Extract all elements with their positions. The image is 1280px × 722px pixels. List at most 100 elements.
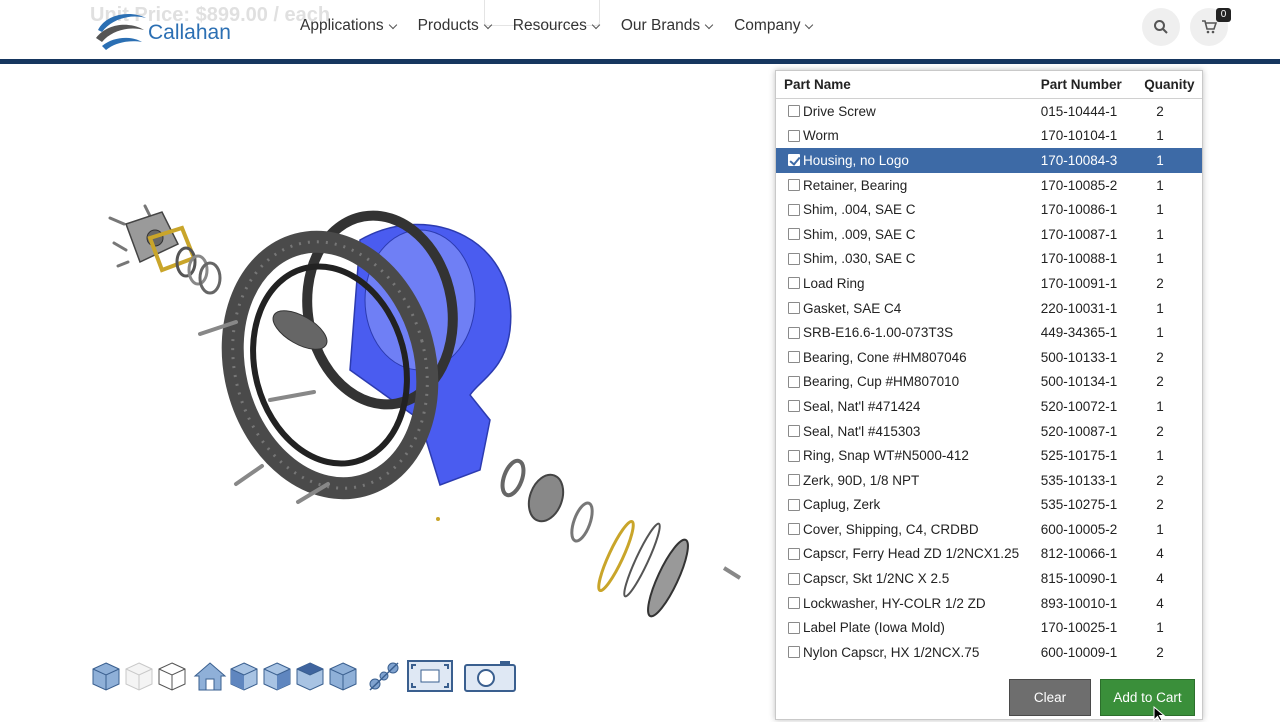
row-checkbox[interactable] [788,547,800,560]
row-checkbox[interactable] [788,498,800,511]
nav-company[interactable]: Company [734,17,814,35]
row-checkbox[interactable] [788,179,800,192]
part-name: Retainer, Bearing [803,177,908,193]
table-row[interactable]: Caplug, Zerk 535-10275-1 2 [776,493,1202,518]
top-view-button[interactable] [327,658,359,694]
nav-label: Company [734,17,801,34]
part-number: 500-10133-1 [1040,349,1118,365]
row-checkbox[interactable] [788,646,800,659]
nav-label: Our Brands [620,17,701,34]
top-view-icon [329,662,357,691]
part-name-cell: Capscr, Ferry Head ZD 1/2NCX1.25 [776,546,1041,561]
shaded-view-button[interactable] [90,658,122,694]
table-row[interactable]: Load Ring 170-10091-1 2 [776,271,1202,296]
part-quantity: 1 [1156,128,1164,144]
column-header-part-name: Part Name [784,77,851,92]
parts-table-body: Drive Screw 015-10444-1 2 Worm 170-10104-1 1 H… [776,99,1202,665]
row-checkbox[interactable] [788,302,800,315]
table-row[interactable]: Shim, .004, SAE C 170-10086-1 1 [776,197,1202,222]
add-to-cart-button[interactable]: Add to Cart [1100,679,1195,716]
left-view-button[interactable] [294,658,326,694]
wireframe-view-button[interactable] [156,658,188,694]
table-row[interactable]: Zerk, 90D, 1/8 NPT 535-10133-1 2 [776,468,1202,493]
part-name-cell: Lockwasher, HY-COLR 1/2 ZD [776,596,1041,611]
explode-button[interactable] [366,658,402,694]
row-checkbox[interactable] [788,597,800,610]
part-name-cell: Gasket, SAE C4 [776,301,1041,316]
part-name: Ring, Snap WT#N5000-412 [803,448,969,464]
part-name: Cover, Shipping, C4, CRDBD [803,521,979,537]
part-name-cell: Drive Screw [776,104,1041,119]
table-row[interactable]: Nylon Capscr, HX 1/2NCX.75 600-10009-1 2 [776,640,1202,665]
row-checkbox[interactable] [788,326,800,339]
part-name-cell: Bearing, Cup #HM807010 [776,374,1041,389]
table-row[interactable]: Lockwasher, HY-COLR 1/2 ZD 893-10010-1 4 [776,591,1202,616]
table-row[interactable]: Bearing, Cone #HM807046 500-10133-1 2 [776,345,1202,370]
nav-applications[interactable]: Applications [300,17,397,35]
transparent-cube-icon [125,662,153,691]
table-row[interactable]: Retainer, Bearing 170-10085-2 1 [776,173,1202,198]
row-checkbox[interactable] [788,203,800,216]
table-row[interactable]: Capscr, Skt 1/2NC X 2.5 815-10090-1 4 [776,566,1202,591]
right-view-button[interactable] [261,658,293,694]
table-row[interactable]: Seal, Nat'l #415303 520-10087-1 2 [776,419,1202,444]
row-checkbox[interactable] [788,105,800,118]
3d-model-viewer[interactable] [0,64,775,720]
column-header-part-number: Part Number [1040,77,1122,92]
row-checkbox[interactable] [788,449,800,462]
chevron-down-icon [704,20,714,29]
table-row[interactable]: Label Plate (Iowa Mold) 170-10025-1 1 [776,615,1202,640]
row-checkbox[interactable] [788,474,800,487]
front-view-button[interactable] [228,658,260,694]
parts-table-header: Part Name Part Number Quanity [776,71,1202,99]
nav-resources[interactable]: Resources [513,17,601,35]
table-row[interactable]: Worm 170-10104-1 1 [776,124,1202,149]
table-row[interactable]: Housing, no Logo 170-10084-3 1 [776,148,1202,173]
nav-our-brands[interactable]: Our Brands [620,17,714,35]
part-name-cell: Ring, Snap WT#N5000-412 [776,448,1041,463]
row-checkbox[interactable] [788,252,800,265]
callahan-logo[interactable]: Callahan [92,8,242,54]
camera-icon [464,661,516,692]
table-row[interactable]: Shim, .009, SAE C 170-10087-1 1 [776,222,1202,247]
table-row[interactable]: Bearing, Cup #HM807010 500-10134-1 2 [776,370,1202,395]
table-row[interactable]: Shim, .030, SAE C 170-10088-1 1 [776,247,1202,272]
row-checkbox[interactable] [788,154,800,167]
table-row[interactable]: Drive Screw 015-10444-1 2 [776,99,1202,124]
part-quantity: 1 [1156,620,1164,636]
clear-button[interactable]: Clear [1009,679,1091,716]
row-checkbox[interactable] [788,572,800,585]
home-view-button[interactable] [193,658,227,694]
row-checkbox[interactable] [788,621,800,634]
row-checkbox[interactable] [788,523,800,536]
row-checkbox[interactable] [788,375,800,388]
part-name-cell: Housing, no Logo [776,153,1041,168]
part-quantity: 1 [1156,325,1164,341]
screenshot-button[interactable] [464,658,516,694]
nav-products[interactable]: Products [417,17,492,35]
row-checkbox[interactable] [788,277,800,290]
table-row[interactable]: Ring, Snap WT#N5000-412 525-10175-1 1 [776,443,1202,468]
nav-label: Products [417,17,479,34]
table-row[interactable]: SRB-E16.6-1.00-073T3S 449-34365-1 1 [776,320,1202,345]
part-name-cell: Shim, .030, SAE C [776,251,1041,266]
row-checkbox[interactable] [788,400,800,413]
table-row[interactable]: Seal, Nat'l #471424 520-10072-1 1 [776,394,1202,419]
row-checkbox[interactable] [788,425,800,438]
swoosh-logo-icon [96,14,146,50]
part-name: Worm [803,128,839,144]
row-checkbox[interactable] [788,351,800,364]
part-quantity: 1 [1156,448,1164,464]
row-checkbox[interactable] [788,228,800,241]
table-row[interactable]: Capscr, Ferry Head ZD 1/2NCX1.25 812-1006… [776,542,1202,567]
table-row[interactable]: Cover, Shipping, C4, CRDBD 600-10005-2 1 [776,517,1202,542]
part-name-cell: Shim, .009, SAE C [776,227,1041,242]
parts-list-panel: Part Name Part Number Quanity Drive Scre… [775,70,1203,720]
part-name-cell: Nylon Capscr, HX 1/2NCX.75 [776,645,1041,660]
transparent-view-button[interactable] [123,658,155,694]
table-row[interactable]: Gasket, SAE C4 220-10031-1 1 [776,296,1202,321]
exploded-assembly-model[interactable] [0,64,775,654]
fit-to-view-button[interactable] [407,658,453,694]
row-checkbox[interactable] [788,129,800,142]
search-button[interactable] [1142,8,1180,46]
